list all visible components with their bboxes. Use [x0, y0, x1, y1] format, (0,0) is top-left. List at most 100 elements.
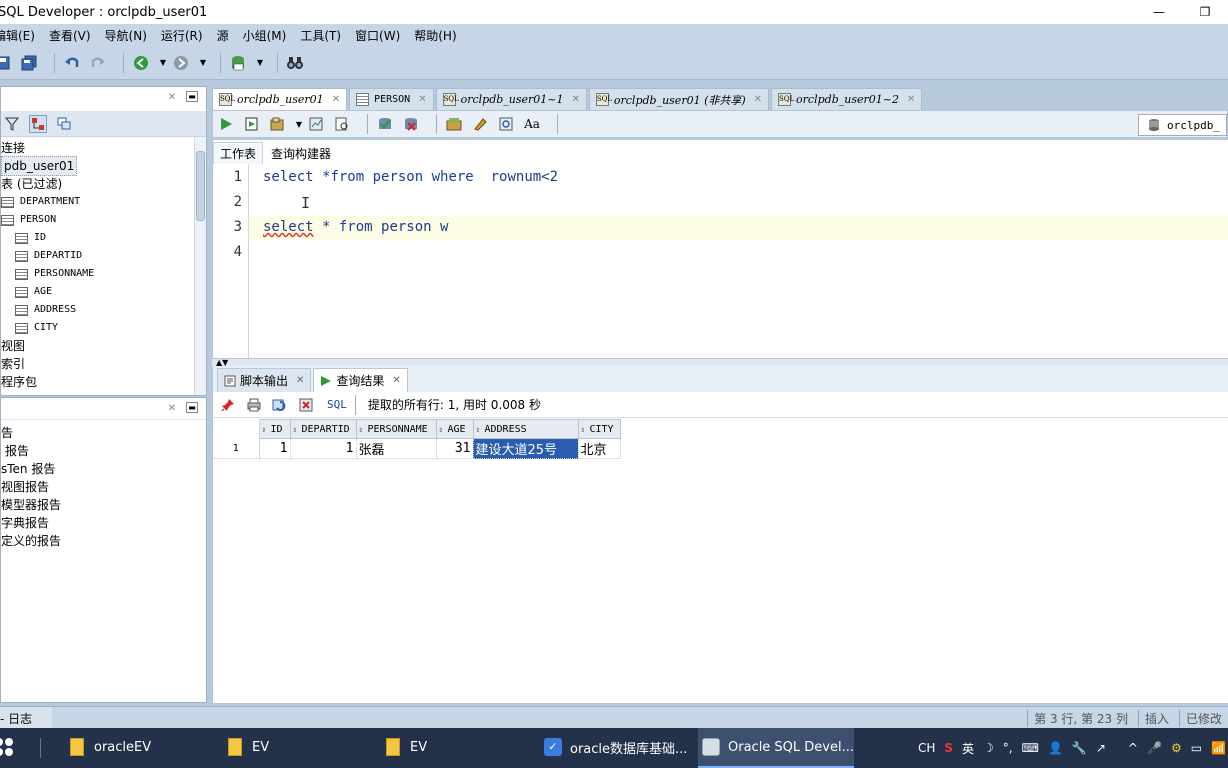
restore-button[interactable]: ❐ [1182, 0, 1228, 24]
column-header-address[interactable]: ⇕ ADDRESS [472, 419, 579, 439]
tree-node[interactable]: 程序包 [1, 373, 206, 391]
schema-browser-icon[interactable] [29, 114, 47, 133]
close-tab-icon[interactable]: ✕ [418, 94, 426, 105]
cell-age[interactable]: 31 [436, 438, 474, 459]
run-statement-icon[interactable] [217, 115, 235, 133]
cancel-query-icon[interactable] [297, 396, 315, 414]
tree-scrollbar[interactable] [194, 137, 206, 395]
forward-dropdown-icon[interactable]: ▼ [198, 54, 208, 72]
report-item[interactable]: 报告 [1, 442, 206, 460]
clear-icon[interactable] [471, 115, 489, 133]
task-sql-developer[interactable]: Oracle SQL Devel... [698, 728, 854, 768]
menu-window[interactable]: 窗口(W) [355, 27, 400, 44]
tree-node[interactable]: CITY [1, 319, 206, 337]
menu-edit[interactable]: 编辑(E) [0, 27, 35, 44]
menu-team[interactable]: 小组(M) [243, 27, 287, 44]
tab-query-result[interactable]: 查询结果 ✕ [313, 368, 408, 392]
tab-person[interactable]: PERSON ✕ [349, 88, 434, 110]
save-all-icon[interactable] [20, 54, 38, 72]
run-script-icon[interactable] [243, 115, 261, 133]
connection-selector[interactable]: orclpdb_ [1138, 114, 1227, 136]
tree-node[interactable]: 连接 [1, 139, 206, 157]
tree-node[interactable]: 视图 [1, 337, 206, 355]
tab-script-output[interactable]: 脚本输出 ✕ [217, 368, 312, 392]
wrench-icon[interactable]: 🔧 [1072, 741, 1087, 755]
back-icon[interactable] [132, 54, 150, 72]
punctuation-icon[interactable]: °, [1003, 741, 1013, 755]
cell-personname[interactable]: 张磊 [356, 438, 437, 459]
sql-history-icon[interactable] [445, 115, 463, 133]
report-item[interactable]: sTen 报告 [1, 460, 206, 478]
new-connection-icon[interactable] [55, 115, 73, 133]
column-header-id[interactable]: ⇕ ID [258, 419, 291, 439]
menu-view[interactable]: 查看(V) [49, 27, 91, 44]
cell-id[interactable]: 1 [259, 438, 291, 459]
menu-navigate[interactable]: 导航(N) [105, 27, 147, 44]
close-icon[interactable]: ✕ [168, 403, 176, 414]
task-ev-1[interactable]: EV [224, 728, 370, 768]
tab-worksheet[interactable]: 工作表 [213, 142, 264, 164]
save-icon[interactable] [0, 54, 12, 72]
microphone-icon[interactable]: 🎤 [1147, 741, 1162, 755]
print-icon[interactable] [245, 396, 263, 414]
log-tab[interactable]: - 日志 [0, 707, 52, 729]
tree-node[interactable]: ADDRESS [1, 301, 206, 319]
tree-node[interactable]: DEPARTID [1, 247, 206, 265]
task-oracleev[interactable]: oracleEV [66, 728, 212, 768]
tree-node[interactable]: ID [1, 229, 206, 247]
code-area[interactable]: select *from person where rownum<2 I sel… [249, 164, 1228, 358]
cell-address[interactable]: 建设大道25号 [473, 438, 579, 459]
binoculars-icon[interactable] [286, 54, 304, 72]
column-header-departid[interactable]: ⇕ DEPARTID [289, 419, 357, 439]
undo-icon[interactable] [63, 54, 81, 72]
settings-icon[interactable]: ⚙ [1171, 741, 1182, 755]
tree-node[interactable]: PERSONNAME [1, 265, 206, 283]
sql-button[interactable]: SQL [327, 398, 347, 411]
row-number[interactable]: 1 [213, 438, 260, 459]
sql-editor[interactable]: 1 2 3 4 select *from person where rownum… [212, 164, 1228, 358]
user-icon[interactable]: 👤 [1048, 741, 1063, 755]
menu-run[interactable]: 运行(R) [161, 27, 203, 44]
column-header-personname[interactable]: ⇕ PERSONNAME [355, 419, 437, 439]
tree-node[interactable]: 索引 [1, 355, 206, 373]
close-tab-icon[interactable]: ✕ [296, 375, 304, 386]
filter-icon[interactable] [3, 115, 21, 133]
menu-tools[interactable]: 工具(T) [300, 27, 341, 44]
keyboard-icon[interactable]: ⌨ [1022, 741, 1039, 755]
close-tab-icon[interactable]: ✕ [754, 94, 762, 105]
minimize-panel-icon[interactable]: ▬ [186, 91, 198, 102]
network-icon[interactable]: 📶 [1211, 741, 1226, 755]
tree-node[interactable]: 表 (已过滤) [1, 175, 206, 193]
explain-plan-icon[interactable] [307, 115, 325, 133]
cell-departid[interactable]: 1 [290, 438, 357, 459]
pin-icon[interactable] [219, 396, 237, 414]
close-icon[interactable]: ✕ [168, 92, 176, 103]
refresh-icon[interactable] [271, 396, 289, 414]
tab-orclpdb-user01-1[interactable]: SQL orclpdb_user01~1 ✕ [435, 88, 587, 110]
minimize-button[interactable]: — [1136, 0, 1182, 24]
format-icon[interactable] [497, 115, 515, 133]
case-toggle-icon[interactable]: Aa [523, 115, 541, 133]
close-tab-icon[interactable]: ✕ [572, 94, 580, 105]
tree-node[interactable]: PERSON [1, 211, 206, 229]
table-row[interactable]: 1 1 1 张磊 31 建设大道25号 北京 [213, 438, 621, 459]
back-dropdown-icon[interactable]: ▼ [158, 54, 168, 72]
sql-tuning-icon[interactable] [333, 115, 351, 133]
report-item[interactable]: 视图报告 [1, 478, 206, 496]
redo-icon[interactable] [89, 54, 107, 72]
close-tab-icon[interactable]: ✕ [907, 94, 915, 105]
menu-help[interactable]: 帮助(H) [414, 27, 456, 44]
rollback-icon[interactable] [402, 115, 420, 133]
tree-node[interactable]: AGE [1, 283, 206, 301]
cell-city[interactable]: 北京 [578, 438, 621, 459]
ime-mode[interactable]: 英 [962, 740, 974, 757]
tab-orclpdb-user01-unshared[interactable]: SQL orclpdb_user01 (非共享) ✕ [588, 88, 770, 110]
report-item[interactable]: 字典报告 [1, 514, 206, 532]
external-link-icon[interactable]: ↗ [1096, 741, 1106, 755]
sogou-icon[interactable]: S [944, 741, 953, 755]
editor-results-splitter[interactable]: ▲▼ [212, 358, 1228, 367]
tree-node[interactable]: pdb_user01 [1, 156, 206, 176]
language-indicator[interactable]: CH [918, 741, 935, 755]
scrollbar-thumb[interactable] [196, 151, 205, 221]
task-ev-2[interactable]: EV [382, 728, 528, 768]
